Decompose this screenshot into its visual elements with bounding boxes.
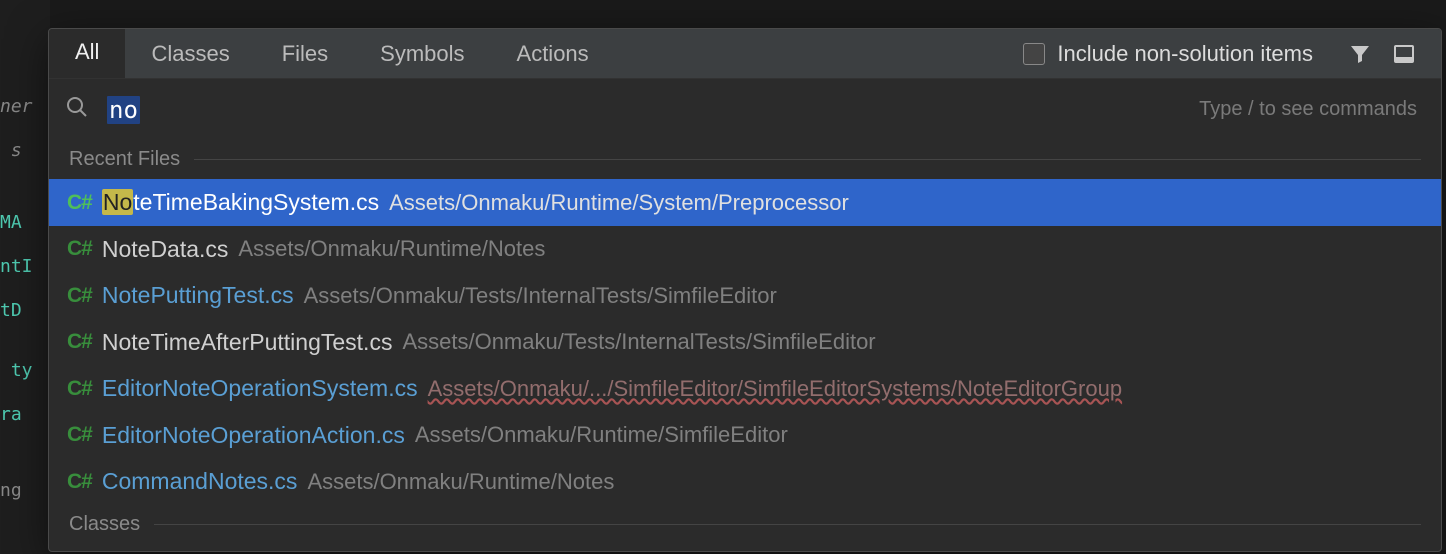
- tab-bar: All Classes Files Symbols Actions Includ…: [49, 29, 1441, 79]
- result-filename: EditorNoteOperationSystem.cs: [102, 371, 418, 406]
- result-path: Assets/Onmaku/Tests/InternalTests/Simfil…: [402, 325, 875, 358]
- result-row[interactable]: C# NoteTimeBakingSystem.cs Assets/Onmaku/R…: [49, 179, 1441, 226]
- open-in-tool-window-button[interactable]: [1387, 37, 1421, 71]
- result-path: Assets/Onmaku/Runtime/Notes: [307, 465, 614, 498]
- filter-button[interactable]: [1343, 37, 1377, 71]
- editor-background: ner s MA ntI tD ty ra ng: [0, 0, 50, 554]
- result-path: Assets/Onmaku/Runtime/SimfileEditor: [415, 418, 788, 451]
- search-hint: Type / to see commands: [1199, 98, 1417, 121]
- tab-symbols[interactable]: Symbols: [354, 29, 490, 78]
- result-row[interactable]: C# CommandNotes.cs Assets/Onmaku/Runtime/N…: [49, 458, 1441, 505]
- result-filename: EditorNoteOperationAction.cs: [102, 418, 405, 453]
- result-filename: CommandNotes.cs: [102, 464, 298, 499]
- window-icon: [1392, 42, 1416, 66]
- result-filename: NoteTimeAfterPuttingTest.cs: [102, 325, 393, 360]
- csharp-file-icon: C#: [67, 373, 92, 405]
- include-non-solution-checkbox[interactable]: Include non-solution items: [1023, 41, 1313, 67]
- csharp-file-icon: C#: [67, 326, 92, 358]
- result-row[interactable]: C# NoteTimeAfterPuttingTest.cs Assets/Onma…: [49, 319, 1441, 366]
- result-row[interactable]: C# NotePuttingTest.cs Assets/Onmaku/Tests/…: [49, 272, 1441, 319]
- result-row[interactable]: C# EditorNoteOperationSystem.cs Assets/Onm…: [49, 365, 1441, 412]
- search-bar: no Type / to see commands: [49, 79, 1441, 140]
- csharp-file-icon: C#: [67, 187, 92, 219]
- search-everywhere-popup: All Classes Files Symbols Actions Includ…: [48, 28, 1442, 552]
- csharp-file-icon: C#: [67, 233, 92, 265]
- result-row[interactable]: C# EditorNoteOperationAction.cs Assets/Onm…: [49, 412, 1441, 459]
- tab-files[interactable]: Files: [256, 29, 354, 78]
- result-filename: NoteData.cs: [102, 232, 229, 267]
- search-query-text: no: [107, 96, 140, 124]
- csharp-file-icon: C#: [67, 419, 92, 451]
- csharp-file-icon: C#: [67, 466, 92, 498]
- search-input[interactable]: no: [107, 96, 1181, 124]
- tab-actions[interactable]: Actions: [491, 29, 615, 78]
- checkbox-icon: [1023, 43, 1045, 65]
- section-classes: Classes: [49, 505, 1441, 544]
- checkbox-label: Include non-solution items: [1057, 41, 1313, 67]
- search-icon: [65, 95, 89, 124]
- result-list: C# NoteTimeBakingSystem.cs Assets/Onmaku/R…: [49, 179, 1441, 505]
- result-filename: NoteTimeBakingSystem.cs: [102, 185, 379, 220]
- result-path: Assets/Onmaku/Tests/InternalTests/Simfil…: [304, 279, 777, 312]
- result-path: Assets/Onmaku/Runtime/Notes: [238, 232, 545, 265]
- funnel-icon: [1348, 42, 1372, 66]
- csharp-file-icon: C#: [67, 280, 92, 312]
- result-filename: NotePuttingTest.cs: [102, 278, 294, 313]
- tab-all[interactable]: All: [49, 29, 125, 78]
- section-recent-files: Recent Files: [49, 140, 1441, 179]
- result-path: Assets/Onmaku/.../SimfileEditor/SimfileE…: [428, 372, 1122, 405]
- tab-classes[interactable]: Classes: [125, 29, 255, 78]
- result-path: Assets/Onmaku/Runtime/System/Preprocesso…: [389, 186, 849, 219]
- result-row[interactable]: C# NoteData.cs Assets/Onmaku/Runtime/Notes: [49, 226, 1441, 273]
